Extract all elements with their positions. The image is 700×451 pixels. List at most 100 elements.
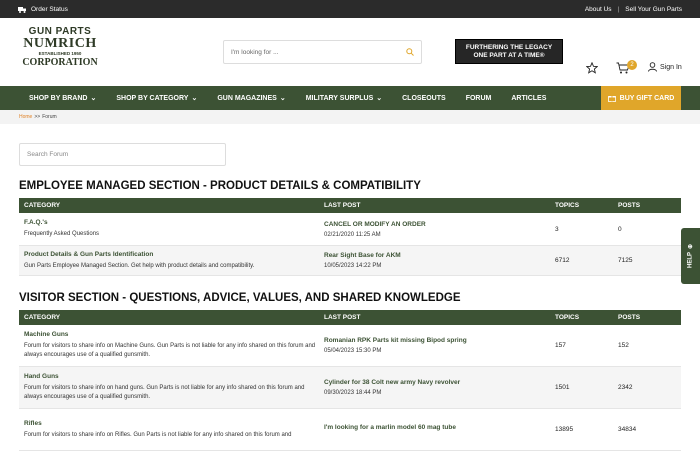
- truck-icon: [18, 6, 26, 13]
- col-category: CATEGORY: [24, 314, 61, 321]
- sign-in-label: Sign In: [660, 63, 682, 71]
- col-category: CATEGORY: [24, 202, 61, 209]
- table-row: F.A.Q.'s Frequently Asked Questions CANCE…: [19, 213, 681, 246]
- last-post-link[interactable]: I'm looking for a marlin model 60 mag tu…: [324, 424, 555, 431]
- nav-label: CLOSEOUTS: [402, 94, 446, 102]
- nav-label: MILITARY SURPLUS: [305, 94, 374, 102]
- gift-icon: [607, 96, 616, 102]
- col-posts: POSTS: [618, 314, 641, 321]
- forum-name-link[interactable]: Product Details & Gun Parts Identificati…: [24, 251, 324, 258]
- posts-count: 7125: [618, 257, 633, 264]
- last-post-date: 02/21/2020 11:25 AM: [324, 231, 381, 238]
- nav-label: SHOP BY BRAND: [29, 94, 88, 102]
- forum-description: Forum for visitors to share info on Rifl…: [24, 431, 292, 438]
- chevron-down-icon: ⌄: [279, 95, 286, 102]
- forum-description: Forum for visitors to share info on hand…: [24, 385, 305, 400]
- help-tab[interactable]: HELP ⊕: [681, 228, 700, 284]
- cart-count-badge: 2: [627, 60, 637, 70]
- breadcrumb-separator: >>: [34, 114, 41, 120]
- last-post-link[interactable]: Rear Sight Base for AKM: [324, 252, 555, 259]
- last-post-link[interactable]: Cylinder for 38 Colt new army Navy revol…: [324, 379, 555, 386]
- nav-label: ARTICLES: [511, 94, 547, 102]
- user-icon: [648, 62, 657, 72]
- nav-closeouts[interactable]: CLOSEOUTS: [402, 95, 446, 102]
- col-last-post: LAST POST: [324, 202, 361, 209]
- logo-line4: CORPORATION: [22, 57, 98, 68]
- forum-description: Frequently Asked Questions: [24, 231, 100, 237]
- topbar-separator: |: [617, 5, 620, 13]
- topics-count: 1501: [555, 384, 570, 391]
- nav-label: FORUM: [465, 94, 492, 102]
- col-topics: TOPICS: [555, 202, 580, 209]
- star-icon[interactable]: [586, 62, 598, 74]
- main-nav: SHOP BY BRAND ⌄ SHOP BY CATEGORY ⌄ GUN MAG…: [0, 86, 700, 110]
- forum-table-employee: CATEGORY LAST POST TOPICS POSTS F.A.Q.'s…: [19, 198, 681, 276]
- site-search-input[interactable]: I'm looking for ...: [223, 40, 422, 64]
- promo-banner: FURTHERING THE LEGACY ONE PART AT A TIME…: [455, 39, 563, 64]
- chevron-down-icon: ⌄: [191, 95, 198, 102]
- nav-military-surplus[interactable]: MILITARY SURPLUS ⌄: [305, 94, 383, 103]
- breadcrumb: Home >> Forum: [0, 110, 700, 124]
- gift-label: BUY GIFT CARD: [619, 94, 675, 102]
- last-post-link[interactable]: Romanian RPK Parts kit missing Bipod spr…: [324, 337, 555, 344]
- table-row: Machine Guns Forum for visitors to share …: [19, 325, 681, 367]
- topics-count: 13895: [555, 426, 574, 433]
- col-last-post: LAST POST: [324, 314, 361, 321]
- table-header: CATEGORY LAST POST TOPICS POSTS: [19, 198, 681, 213]
- table-row: Rifles Forum for visitors to share info o…: [19, 409, 681, 451]
- topics-count: 6712: [555, 257, 570, 264]
- forum-table-visitor: CATEGORY LAST POST TOPICS POSTS Machine …: [19, 310, 681, 451]
- nav-shop-by-category[interactable]: SHOP BY CATEGORY ⌄: [116, 94, 198, 103]
- forum-description: Gun Parts Employee Managed Section. Get …: [24, 262, 255, 269]
- chevron-down-icon: ⌄: [376, 95, 383, 102]
- breadcrumb-home[interactable]: Home: [19, 114, 32, 120]
- table-row: Hand Guns Forum for visitors to share inf…: [19, 367, 681, 409]
- forum-name-link[interactable]: Hand Guns: [24, 373, 324, 380]
- sign-in-link[interactable]: Sign In: [648, 62, 682, 72]
- forum-description: Forum for visitors to share info on Mach…: [24, 343, 316, 358]
- nav-forum[interactable]: FORUM: [466, 95, 492, 102]
- sell-gun-parts-link[interactable]: Sell Your Gun Parts: [625, 6, 682, 13]
- site-search-placeholder: I'm looking for ...: [231, 48, 279, 56]
- col-posts: POSTS: [618, 202, 641, 209]
- forum-name-link[interactable]: Rifles: [24, 420, 324, 427]
- posts-count: 152: [618, 342, 629, 349]
- promo-line2: ONE PART AT A TIME®: [473, 51, 545, 59]
- posts-count: 2342: [618, 384, 633, 391]
- last-post-date: 10/05/2023 14:22 PM: [324, 263, 382, 269]
- topics-count: 3: [555, 225, 559, 233]
- promo-line1: FURTHERING THE LEGACY: [465, 43, 553, 51]
- nav-shop-by-brand[interactable]: SHOP BY BRAND ⌄: [29, 94, 97, 103]
- section-title-visitor: VISITOR SECTION - QUESTIONS, ADVICE, VAL…: [19, 292, 461, 304]
- help-label: HELP: [687, 252, 694, 269]
- posts-count: 34834: [618, 426, 637, 433]
- nav-label: SHOP BY CATEGORY: [116, 94, 189, 102]
- logo-line2: NUMRICH: [23, 36, 97, 51]
- buy-gift-card-button[interactable]: BUY GIFT CARD: [601, 86, 681, 110]
- col-topics: TOPICS: [555, 314, 580, 321]
- nav-articles[interactable]: ARTICLES: [511, 95, 546, 102]
- header: GUN PARTS NUMRICH ESTABLISHED 1950 CORPO…: [0, 18, 700, 86]
- forum-name-link[interactable]: F.A.Q.'s: [24, 219, 324, 226]
- last-post-link[interactable]: CANCEL OR MODIFY AN ORDER: [324, 221, 555, 228]
- forum-search-input[interactable]: Search Forum: [19, 143, 226, 166]
- site-logo[interactable]: GUN PARTS NUMRICH ESTABLISHED 1950 CORPO…: [18, 26, 102, 78]
- table-row: Product Details & Gun Parts Identificati…: [19, 246, 681, 276]
- forum-search-placeholder: Search Forum: [27, 151, 69, 158]
- nav-label: GUN MAGAZINES: [217, 94, 277, 102]
- section-title-employee: EMPLOYEE MANAGED SECTION - PRODUCT DETAI…: [19, 180, 421, 192]
- order-status-link[interactable]: Order Status: [18, 6, 68, 13]
- chevron-down-icon: ⌄: [90, 95, 97, 102]
- help-circle-icon: ⊕: [688, 243, 694, 250]
- breadcrumb-current: Forum: [42, 114, 57, 120]
- nav-gun-magazines[interactable]: GUN MAGAZINES ⌄: [217, 94, 286, 103]
- last-post-date: 09/30/2023 18:44 PM: [324, 390, 382, 396]
- top-bar: Order Status About Us | Sell Your Gun Pa…: [0, 0, 700, 18]
- order-status-label: Order Status: [31, 5, 68, 13]
- search-icon[interactable]: [406, 48, 414, 56]
- table-header: CATEGORY LAST POST TOPICS POSTS: [19, 310, 681, 325]
- topics-count: 157: [555, 342, 566, 349]
- forum-name-link[interactable]: Machine Guns: [24, 331, 324, 338]
- posts-count: 0: [618, 225, 622, 233]
- about-us-link[interactable]: About Us: [585, 6, 612, 13]
